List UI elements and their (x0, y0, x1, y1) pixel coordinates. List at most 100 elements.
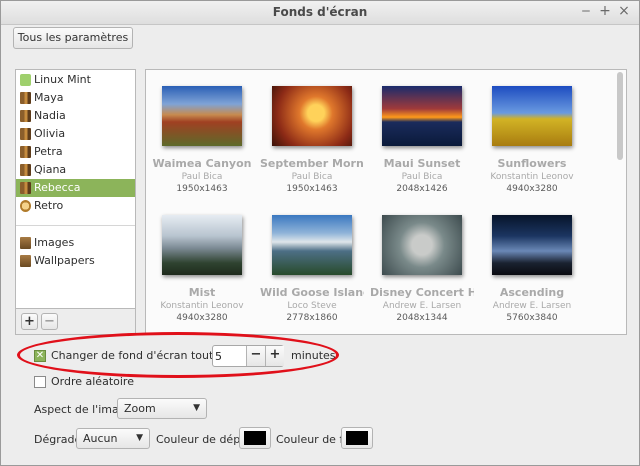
all-settings-button[interactable]: Tous les paramètres (13, 27, 133, 49)
sidebar-item-label: Retro (34, 199, 64, 212)
change-wallpaper-checkbox[interactable]: ✕ (34, 350, 46, 362)
sidebar-divider (16, 225, 135, 226)
folder-icon (20, 128, 31, 140)
start-color-swatch (244, 431, 266, 445)
sidebar-toolbar: + − (15, 309, 136, 335)
wallpaper-name: Ascending (499, 286, 565, 299)
wallpaper-thumbnail (492, 86, 572, 146)
wallpaper-author: Andrew E. Larsen (492, 301, 572, 311)
wallpaper-gallery: Waimea Canyon Paul Bica 1950x1463 Septem… (145, 69, 627, 335)
sidebar-item-qiana[interactable]: Qiana (16, 161, 135, 179)
wallpaper-name: Sunflowers (497, 157, 567, 170)
wallpaper-tile[interactable]: Wild Goose Island Loco Steve 2778x1860 (260, 215, 364, 334)
close-button[interactable]: × (617, 3, 631, 19)
sidebar-item-images[interactable]: Images (16, 234, 135, 252)
sidebar-item-retro[interactable]: Retro (16, 197, 135, 215)
wallpaper-tile[interactable]: Ascending Andrew E. Larsen 5760x3840 (480, 215, 584, 334)
wallpaper-resolution: 2048x1426 (396, 184, 448, 194)
sidebar-item-olivia[interactable]: Olivia (16, 125, 135, 143)
wallpaper-name: Disney Concert H... (370, 286, 474, 299)
sidebar-item-label: Maya (34, 91, 64, 104)
image-aspect-select[interactable]: Zoom ▼ (117, 398, 207, 419)
wallpaper-tile[interactable]: Sunflowers Konstantin Leonov 4940x3280 (480, 86, 584, 210)
wallpaper-name: Wild Goose Island (260, 286, 364, 299)
gradient-label: Dégradé (34, 433, 82, 446)
add-folder-button[interactable]: + (21, 313, 38, 330)
folder-icon (20, 164, 31, 176)
wallpaper-resolution: 2048x1344 (396, 313, 448, 323)
wallpaper-thumbnail (272, 86, 352, 146)
sidebar-item-wallpapers[interactable]: Wallpapers (16, 252, 135, 270)
wallpaper-thumbnail (492, 215, 572, 275)
wallpaper-thumbnail (272, 215, 352, 275)
wallpaper-name: Mist (188, 286, 216, 299)
maximize-button[interactable]: + (598, 3, 612, 19)
sidebar-item-label: Petra (34, 145, 63, 158)
folder-icon (20, 146, 31, 158)
minimize-button[interactable]: ‒ (579, 3, 593, 19)
sidebar-item-label: Olivia (34, 127, 66, 140)
wallpaper-author: Paul Bica (181, 172, 223, 182)
gallery-scrollbar[interactable] (617, 72, 623, 160)
sidebar-item-label: Linux Mint (34, 73, 91, 86)
wallpaper-tile[interactable]: Waimea Canyon Paul Bica 1950x1463 (150, 86, 254, 210)
wallpaper-author: Paul Bica (401, 172, 443, 182)
wallpaper-author: Konstantin Leonov (490, 172, 574, 182)
sidebar-item-label: Rebecca (34, 181, 81, 194)
interval-input[interactable] (215, 348, 245, 364)
wallpaper-author: Konstantin Leonov (160, 301, 244, 311)
sidebar-item-petra[interactable]: Petra (16, 143, 135, 161)
wallpaper-thumbnail (162, 86, 242, 146)
minutes-label: minutes (291, 349, 336, 362)
window-title: Fonds d'écran (272, 5, 368, 19)
sidebar-item-label: Wallpapers (34, 254, 95, 267)
images-folder-icon (20, 237, 31, 249)
title-bar: Fonds d'écran ‒ + × (1, 1, 639, 25)
wallpaper-resolution: 2778x1860 (286, 313, 338, 323)
image-aspect-value: Zoom (124, 402, 156, 415)
wallpaper-thumbnail (162, 215, 242, 275)
wallpaper-name: September Morni... (260, 157, 364, 170)
wallpaper-thumbnail (382, 86, 462, 146)
remove-folder-button[interactable]: − (41, 313, 58, 330)
wallpaper-window: Fonds d'écran ‒ + × Tous les paramètres … (0, 0, 640, 466)
wallpaper-tile[interactable]: Maui Sunset Paul Bica 2048x1426 (370, 86, 474, 210)
folder-icon (20, 110, 31, 122)
sidebar-item-maya[interactable]: Maya (16, 89, 135, 107)
sidebar-item-rebecca[interactable]: Rebecca (16, 179, 135, 197)
wallpaper-tile[interactable]: Disney Concert H... Andrew E. Larsen 204… (370, 215, 474, 334)
increase-interval-button[interactable]: + (265, 346, 284, 366)
wallpaper-tile[interactable]: Mist Konstantin Leonov 4940x3280 (150, 215, 254, 334)
sidebar-item-nadia[interactable]: Nadia (16, 107, 135, 125)
dropdown-arrow-icon: ▼ (136, 433, 143, 443)
wallpaper-tile[interactable]: September Morni... Paul Bica 1950x1463 (260, 86, 364, 210)
wallpaper-name: Maui Sunset (383, 157, 461, 170)
wallpaper-author: Paul Bica (291, 172, 333, 182)
dropdown-arrow-icon: ▼ (193, 403, 200, 413)
sidebar-item-label: Qiana (34, 163, 67, 176)
random-order-label: Ordre aléatoire (51, 375, 134, 388)
sidebar-item-label: Nadia (34, 109, 66, 122)
checkmark-icon: ✕ (35, 350, 45, 361)
random-order-checkbox[interactable] (34, 376, 46, 388)
decrease-interval-button[interactable]: − (246, 346, 265, 366)
wallpaper-resolution: 5760x3840 (506, 313, 558, 323)
gradient-value: Aucun (83, 432, 118, 445)
linux-mint-icon (20, 74, 31, 86)
wallpaper-thumbnail (382, 215, 462, 275)
sidebar-item-linux-mint[interactable]: Linux Mint (16, 71, 135, 89)
wallpaper-author: Loco Steve (287, 301, 337, 311)
folder-icon (20, 92, 31, 104)
sidebar: Linux Mint Maya Nadia Olivia Petra Qiana… (15, 69, 136, 309)
wallpaper-resolution: 4940x3280 (506, 184, 558, 194)
gradient-select[interactable]: Aucun ▼ (76, 428, 150, 449)
wallpaper-author: Andrew E. Larsen (382, 301, 462, 311)
wallpaper-resolution: 1950x1463 (176, 184, 228, 194)
interval-spinbutton[interactable]: − + (212, 345, 284, 367)
end-color-swatch (346, 431, 368, 445)
end-color-button[interactable] (341, 427, 373, 449)
retro-icon (20, 200, 31, 212)
wallpapers-folder-icon (20, 255, 31, 267)
start-color-button[interactable] (239, 427, 271, 449)
wallpaper-resolution: 4940x3280 (176, 313, 228, 323)
